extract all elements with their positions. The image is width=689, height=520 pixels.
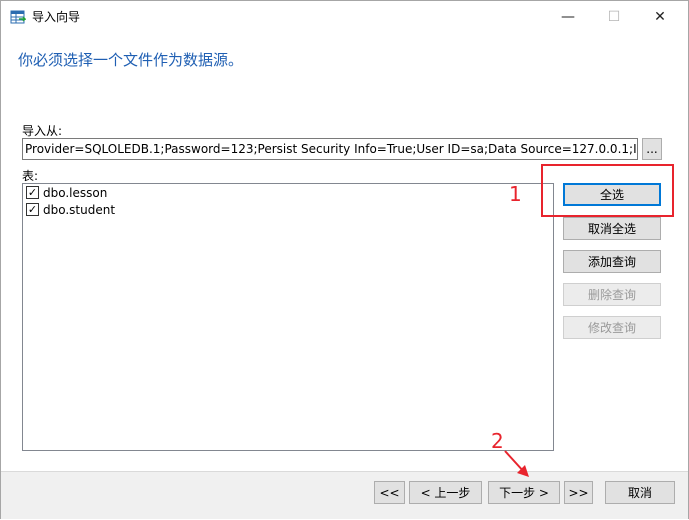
table-import-icon bbox=[10, 10, 26, 24]
previous-step-button[interactable]: < 上一步 bbox=[409, 481, 482, 504]
browse-button[interactable]: ... bbox=[642, 138, 662, 160]
list-item[interactable]: ✓ dbo.student bbox=[23, 201, 553, 218]
page-heading: 你必须选择一个文件作为数据源。 bbox=[18, 51, 244, 69]
list-item[interactable]: ✓ dbo.lesson bbox=[23, 184, 553, 201]
edit-query-button[interactable]: 修改查询 bbox=[563, 316, 661, 339]
table-list[interactable]: ✓ dbo.lesson ✓ dbo.student bbox=[22, 183, 554, 451]
import-from-label: 导入从: bbox=[22, 124, 63, 138]
window-title: 导入向导 bbox=[32, 10, 81, 24]
delete-query-button[interactable]: 删除查询 bbox=[563, 283, 661, 306]
first-step-button[interactable]: << bbox=[374, 481, 405, 504]
close-button[interactable]: ✕ bbox=[637, 1, 683, 32]
title-bar: 导入向导 — ☐ ✕ bbox=[1, 1, 688, 32]
table-name: dbo.lesson bbox=[43, 185, 108, 200]
checkbox-checked-icon[interactable]: ✓ bbox=[26, 203, 39, 216]
annotation-highlight-box bbox=[541, 164, 674, 217]
cancel-button[interactable]: 取消 bbox=[605, 481, 675, 504]
last-step-button[interactable]: >> bbox=[564, 481, 593, 504]
import-wizard-window: 导入向导 — ☐ ✕ 你必须选择一个文件作为数据源。 导入从: Provider… bbox=[0, 0, 689, 519]
minimize-button[interactable]: — bbox=[545, 1, 591, 32]
add-query-button[interactable]: 添加查询 bbox=[563, 250, 661, 273]
annotation-marker-1: 1 bbox=[509, 182, 522, 206]
deselect-all-button[interactable]: 取消全选 bbox=[563, 217, 661, 240]
connection-string-field[interactable]: Provider=SQLOLEDB.1;Password=123;Persist… bbox=[22, 138, 638, 160]
checkbox-checked-icon[interactable]: ✓ bbox=[26, 186, 39, 199]
annotation-marker-2: 2 bbox=[491, 429, 504, 453]
maximize-icon: ☐ bbox=[607, 8, 621, 25]
table-name: dbo.student bbox=[43, 202, 116, 217]
close-icon: ✕ bbox=[654, 8, 666, 25]
tables-label: 表: bbox=[22, 169, 39, 183]
maximize-button[interactable]: ☐ bbox=[591, 1, 637, 32]
next-step-button[interactable]: 下一步 > bbox=[488, 481, 560, 504]
minimize-icon: — bbox=[561, 8, 575, 25]
